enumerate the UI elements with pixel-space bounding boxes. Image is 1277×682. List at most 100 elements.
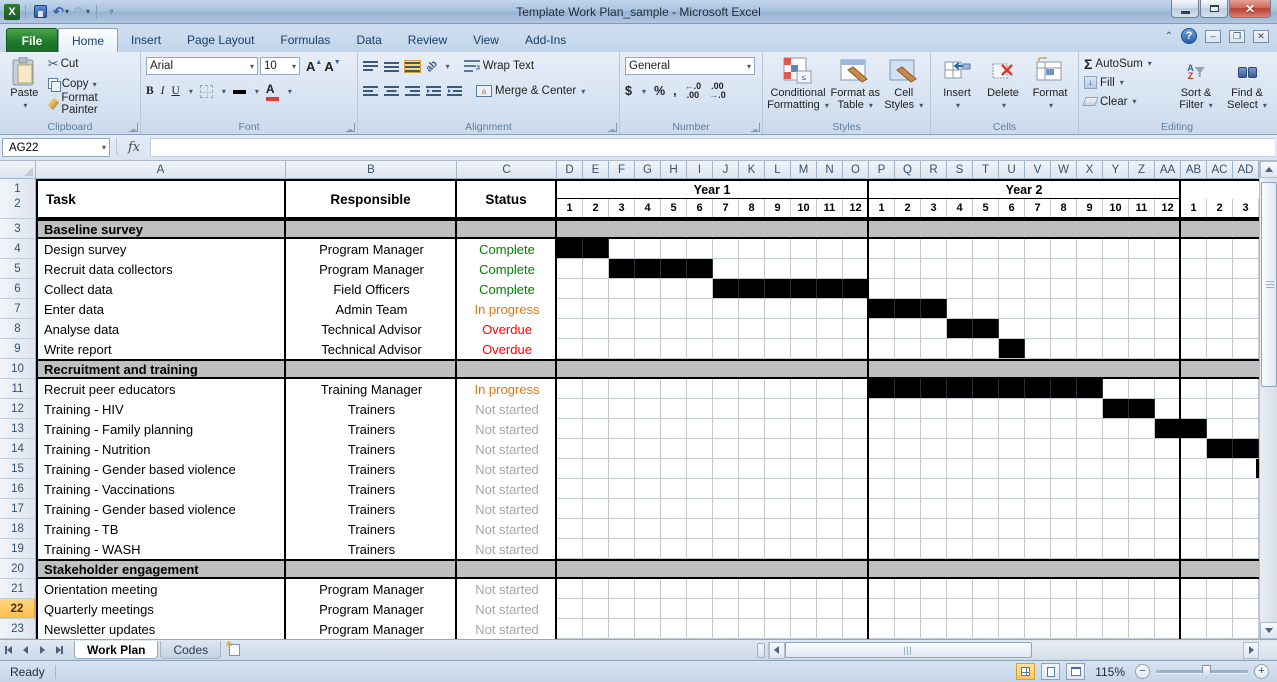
increase-indent-button[interactable] (447, 86, 462, 97)
column-header-E[interactable]: E (583, 161, 609, 179)
extra-months-header-cell[interactable] (1181, 181, 1259, 199)
borders-button[interactable] (200, 85, 213, 98)
task-cell[interactable]: Write report (36, 339, 286, 359)
gantt-strip[interactable] (557, 479, 1259, 499)
percent-style-button[interactable]: % (654, 84, 665, 98)
month-number-14[interactable]: 2 (895, 199, 921, 217)
row-header-15[interactable]: 15 (0, 459, 36, 479)
row-header-22[interactable]: 22 (0, 599, 36, 619)
task-cell[interactable]: Baseline survey (36, 219, 286, 239)
task-cell[interactable]: Training - Vaccinations (36, 479, 286, 499)
header-cell-status[interactable]: Status (457, 179, 557, 219)
page-break-view-button[interactable] (1066, 663, 1085, 680)
vertical-scrollbar[interactable] (1259, 161, 1277, 639)
status-cell[interactable]: Not started (457, 399, 557, 419)
normal-view-button[interactable] (1016, 663, 1035, 680)
status-cell[interactable]: Not started (457, 439, 557, 459)
status-cell[interactable]: Overdue (457, 319, 557, 339)
task-cell[interactable]: Training - Family planning (36, 419, 286, 439)
autosum-button[interactable]: ΣAutoSum▾ (1082, 54, 1170, 73)
decrease-indent-button[interactable] (426, 86, 441, 97)
gantt-strip[interactable] (557, 499, 1259, 519)
status-cell[interactable]: Not started (457, 539, 557, 559)
align-center-button[interactable] (384, 86, 399, 97)
row-header-3[interactable]: 3 (0, 219, 36, 239)
column-header-Z[interactable]: Z (1129, 161, 1155, 179)
task-cell[interactable]: Training - Nutrition (36, 439, 286, 459)
delete-cells-button[interactable]: Delete▾ (980, 54, 1026, 118)
prev-sheet-button[interactable] (17, 642, 34, 659)
number-format-select[interactable]: General▾ (625, 57, 755, 75)
row-header-16[interactable]: 16 (0, 479, 36, 499)
responsible-cell[interactable]: Trainers (286, 439, 457, 459)
task-cell[interactable]: Newsletter updates (36, 619, 286, 639)
align-left-button[interactable] (363, 86, 378, 97)
increase-decimal-button[interactable]: ←.0.00 (685, 82, 702, 100)
gantt-bar[interactable] (713, 279, 869, 298)
task-cell[interactable]: Training - WASH (36, 539, 286, 559)
alignment-dialog-launcher[interactable] (608, 123, 617, 132)
row-header-14[interactable]: 14 (0, 439, 36, 459)
task-cell[interactable]: Stakeholder engagement (36, 559, 286, 579)
align-top-button[interactable] (363, 61, 378, 72)
month-number-25[interactable]: 1 (1181, 199, 1207, 217)
italic-button[interactable]: I (161, 85, 165, 97)
find-select-button[interactable]: Find & Select ▾ (1222, 54, 1272, 118)
help-icon[interactable]: ? (1181, 28, 1197, 44)
column-header-U[interactable]: U (999, 161, 1025, 179)
gantt-strip[interactable] (557, 239, 1259, 259)
row-header-10[interactable]: 10 (0, 359, 36, 379)
status-cell[interactable]: Complete (457, 279, 557, 299)
row-header-20[interactable]: 20 (0, 559, 36, 579)
sort-filter-button[interactable]: AZ Sort & Filter ▾ (1170, 54, 1222, 118)
tab-insert[interactable]: Insert (118, 28, 174, 52)
task-cell[interactable]: Collect data (36, 279, 286, 299)
align-bottom-button[interactable] (405, 61, 420, 72)
gantt-strip[interactable] (557, 539, 1259, 559)
row-header-7[interactable]: 7 (0, 299, 36, 319)
column-header-Q[interactable]: Q (895, 161, 921, 179)
clear-button[interactable]: Clear▾ (1082, 92, 1170, 111)
status-cell[interactable] (457, 219, 557, 239)
column-header-I[interactable]: I (687, 161, 713, 179)
gantt-bar[interactable] (869, 299, 947, 318)
row-header-23[interactable]: 23 (0, 619, 36, 639)
status-cell[interactable]: Not started (457, 499, 557, 519)
status-cell[interactable]: Not started (457, 479, 557, 499)
tab-file[interactable]: File (6, 28, 58, 52)
format-as-table-button[interactable]: Format as Table ▾ (830, 54, 880, 118)
column-header-M[interactable]: M (791, 161, 817, 179)
tab-page-layout[interactable]: Page Layout (174, 28, 267, 52)
year1-header-cell[interactable]: Year 1 (557, 181, 869, 199)
scroll-right-button[interactable] (1243, 642, 1259, 659)
month-number-10[interactable]: 10 (791, 199, 817, 217)
status-cell[interactable]: Not started (457, 619, 557, 639)
last-sheet-button[interactable] (51, 642, 68, 659)
responsible-cell[interactable] (286, 559, 457, 579)
workbook-close-button[interactable]: ✕ (1253, 30, 1269, 43)
responsible-cell[interactable]: Training Manager (286, 379, 457, 399)
responsible-cell[interactable]: Admin Team (286, 299, 457, 319)
bold-button[interactable]: B (146, 85, 154, 97)
gantt-strip[interactable] (557, 339, 1259, 359)
column-header-P[interactable]: P (869, 161, 895, 179)
month-number-2[interactable]: 2 (583, 199, 609, 217)
task-cell[interactable]: Design survey (36, 239, 286, 259)
month-number-20[interactable]: 8 (1051, 199, 1077, 217)
decrease-decimal-button[interactable]: .00→.0 (709, 82, 726, 100)
responsible-cell[interactable]: Trainers (286, 419, 457, 439)
column-header-D[interactable]: D (557, 161, 583, 179)
align-middle-button[interactable] (384, 61, 399, 72)
first-sheet-button[interactable] (0, 642, 17, 659)
responsible-cell[interactable]: Field Officers (286, 279, 457, 299)
month-number-24[interactable]: 12 (1155, 199, 1181, 217)
row-header-21[interactable]: 21 (0, 579, 36, 599)
task-cell[interactable]: Training - Gender based violence (36, 459, 286, 479)
row-header-1[interactable]: 12 (0, 179, 36, 219)
gantt-strip[interactable] (557, 359, 1259, 379)
cell-styles-button[interactable]: Cell Styles ▾ (880, 54, 927, 118)
font-dialog-launcher[interactable] (346, 123, 355, 132)
tab-review[interactable]: Review (395, 28, 460, 52)
horizontal-scroll-thumb[interactable] (785, 642, 1032, 658)
gantt-strip[interactable] (557, 439, 1259, 459)
